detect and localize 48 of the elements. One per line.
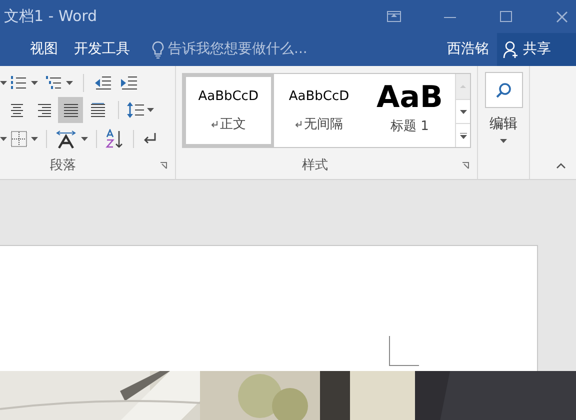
dropdown-caret-icon[interactable] bbox=[147, 108, 154, 112]
ribbon-tab[interactable]: 视图 bbox=[22, 33, 66, 66]
dialog-launcher-icon[interactable] bbox=[462, 162, 469, 169]
lightbulb-icon bbox=[152, 40, 164, 58]
alignment-button[interactable] bbox=[58, 97, 83, 123]
increase-indent-icon[interactable] bbox=[120, 75, 138, 91]
dropdown-caret-icon[interactable] bbox=[66, 81, 73, 85]
minimize-icon bbox=[444, 16, 456, 18]
style-gallery-item[interactable]: AaBbCcD 无间隔 bbox=[274, 74, 364, 147]
tell-me-field[interactable]: 告诉我您想要做什么... bbox=[152, 36, 308, 62]
dropdown-caret-icon[interactable] bbox=[31, 81, 38, 85]
return-arrow-icon[interactable] bbox=[142, 132, 158, 146]
margin-corner-mark bbox=[389, 336, 419, 366]
borders-icon[interactable] bbox=[11, 131, 27, 147]
align-icon bbox=[62, 103, 78, 117]
decrease-indent-icon[interactable] bbox=[94, 75, 112, 91]
numbered-list-icon[interactable] bbox=[11, 75, 27, 91]
group-label: 样式 bbox=[302, 156, 328, 174]
caret-up-icon bbox=[460, 85, 466, 88]
dropdown-caret-icon[interactable] bbox=[0, 81, 7, 85]
dialog-launcher-icon[interactable] bbox=[160, 162, 167, 169]
window-title: 文档1 - Word bbox=[4, 6, 98, 28]
caret-icon[interactable] bbox=[460, 110, 467, 114]
ribbon-display-icon bbox=[387, 11, 401, 22]
align-icon bbox=[36, 103, 52, 117]
dropdown-caret-icon[interactable] bbox=[31, 137, 38, 141]
caret-icon[interactable] bbox=[500, 139, 507, 143]
align-icon bbox=[8, 103, 24, 117]
collapse-ribbon-icon[interactable] bbox=[556, 163, 566, 169]
style-gallery-item[interactable]: AaB 标题 1 bbox=[364, 74, 456, 147]
search-icon bbox=[496, 82, 512, 98]
more-caret-icon bbox=[460, 132, 467, 138]
multilevel-list-icon[interactable] bbox=[46, 75, 62, 91]
sort-icon[interactable] bbox=[105, 129, 125, 149]
line-spacing-icon[interactable] bbox=[127, 101, 145, 119]
editing-button[interactable]: 编辑 bbox=[478, 66, 530, 179]
share-button[interactable]: 共享 bbox=[497, 33, 576, 66]
user-name[interactable]: 西浩铭 bbox=[447, 39, 489, 60]
character-scaling-icon[interactable] bbox=[55, 129, 77, 149]
maximize-icon bbox=[500, 11, 512, 22]
align-icon bbox=[90, 103, 106, 117]
close-icon bbox=[556, 10, 568, 22]
add-person-icon bbox=[503, 40, 519, 58]
ribbon-tab[interactable]: 开发工具 bbox=[66, 33, 138, 66]
style-gallery-item[interactable]: AaBbCcD 正文 bbox=[183, 74, 274, 147]
dropdown-caret-icon[interactable] bbox=[0, 137, 7, 141]
group-label: 段落 bbox=[50, 156, 76, 174]
dropdown-caret-icon[interactable] bbox=[81, 137, 88, 141]
